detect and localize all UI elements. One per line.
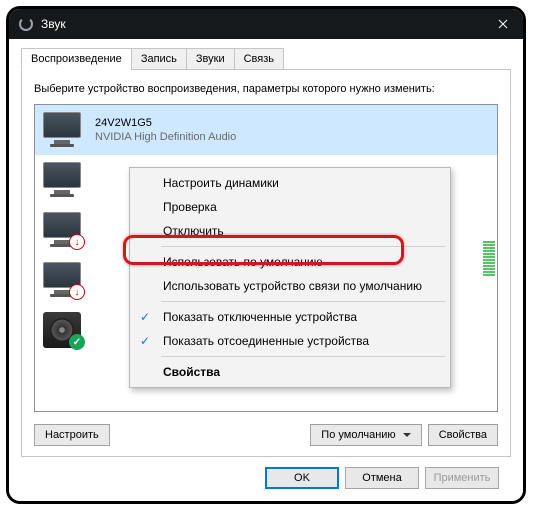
menu-label: Свойства	[163, 365, 220, 379]
down-arrow-icon: ↓	[69, 234, 85, 250]
button-label: Отмена	[362, 472, 401, 484]
tab-label: Воспроизведение	[31, 53, 122, 65]
cancel-button[interactable]: Отмена	[345, 467, 419, 489]
device-subtitle: NVIDIA High Definition Audio	[95, 130, 236, 144]
context-menu: Настроить динамики Проверка Отключить Ис…	[129, 167, 451, 388]
dialog-buttons: OK Отмена Применить	[21, 457, 511, 489]
tab-sounds[interactable]: Звуки	[186, 48, 235, 70]
menu-item-disable[interactable]: Отключить	[133, 219, 447, 243]
button-label: OK	[294, 472, 310, 484]
tab-label: Звуки	[196, 53, 225, 65]
tab-playback[interactable]: Воспроизведение	[21, 48, 132, 70]
close-button[interactable]	[483, 9, 523, 39]
properties-button[interactable]: Свойства	[428, 424, 498, 446]
menu-separator	[161, 246, 445, 247]
device-item[interactable]: 24V2W1G5 NVIDIA High Definition Audio	[35, 105, 497, 155]
monitor-icon: ↓	[41, 260, 85, 300]
menu-label: Проверка	[163, 200, 217, 214]
tab-label: Запись	[141, 53, 177, 65]
menu-item-set-default[interactable]: Использовать по умолчанию	[133, 250, 447, 274]
button-label: Применить	[434, 472, 491, 484]
menu-label: Настроить динамики	[163, 176, 279, 190]
tab-label: Связь	[244, 53, 274, 65]
menu-label: Использовать устройство связи по умолчан…	[163, 279, 422, 293]
down-arrow-icon: ↓	[69, 284, 85, 300]
window-title: Звук	[41, 17, 483, 31]
menu-item-properties[interactable]: Свойства	[133, 360, 447, 384]
menu-label: Отключить	[163, 224, 224, 238]
sound-dialog: Звук Воспроизведение Запись Звуки Связь …	[6, 6, 526, 504]
check-icon: ✓	[140, 334, 154, 348]
menu-item-set-default-comm[interactable]: Использовать устройство связи по умолчан…	[133, 274, 447, 298]
instruction-text: Выберите устройство воспроизведения, пар…	[34, 82, 498, 96]
menu-item-configure-speakers[interactable]: Настроить динамики	[133, 171, 447, 195]
menu-separator	[161, 356, 445, 357]
menu-label: Использовать по умолчанию	[163, 255, 323, 269]
tab-communications[interactable]: Связь	[234, 48, 284, 70]
apply-button[interactable]: Применить	[425, 467, 499, 489]
device-text: 24V2W1G5 NVIDIA High Definition Audio	[95, 116, 236, 144]
device-title: 24V2W1G5	[95, 116, 236, 130]
sound-icon	[19, 17, 33, 31]
monitor-icon	[41, 110, 85, 150]
monitor-icon	[41, 160, 85, 200]
menu-label: Показать отсоединенные устройства	[163, 334, 369, 348]
monitor-icon: ↓	[41, 210, 85, 250]
button-label: Настроить	[45, 429, 99, 441]
menu-separator	[161, 301, 445, 302]
menu-item-show-disconnected[interactable]: ✓ Показать отсоединенные устройства	[133, 329, 447, 353]
tab-recording[interactable]: Запись	[131, 48, 187, 70]
check-icon: ✓	[140, 310, 154, 324]
panel-buttons: Настроить По умолчанию Свойства	[34, 424, 498, 446]
button-label: По умолчанию	[321, 429, 395, 441]
tab-strip: Воспроизведение Запись Звуки Связь	[21, 48, 511, 70]
titlebar: Звук	[9, 9, 523, 39]
speaker-icon: ✓	[41, 310, 85, 350]
close-icon	[498, 19, 508, 29]
configure-button[interactable]: Настроить	[34, 424, 110, 446]
menu-item-test[interactable]: Проверка	[133, 195, 447, 219]
menu-item-show-disabled[interactable]: ✓ Показать отключенные устройства	[133, 305, 447, 329]
check-icon: ✓	[69, 334, 85, 350]
default-dropdown-button[interactable]: По умолчанию	[310, 424, 421, 446]
level-meter	[483, 105, 495, 411]
ok-button[interactable]: OK	[265, 467, 339, 489]
button-label: Свойства	[439, 429, 487, 441]
menu-label: Показать отключенные устройства	[163, 310, 357, 324]
